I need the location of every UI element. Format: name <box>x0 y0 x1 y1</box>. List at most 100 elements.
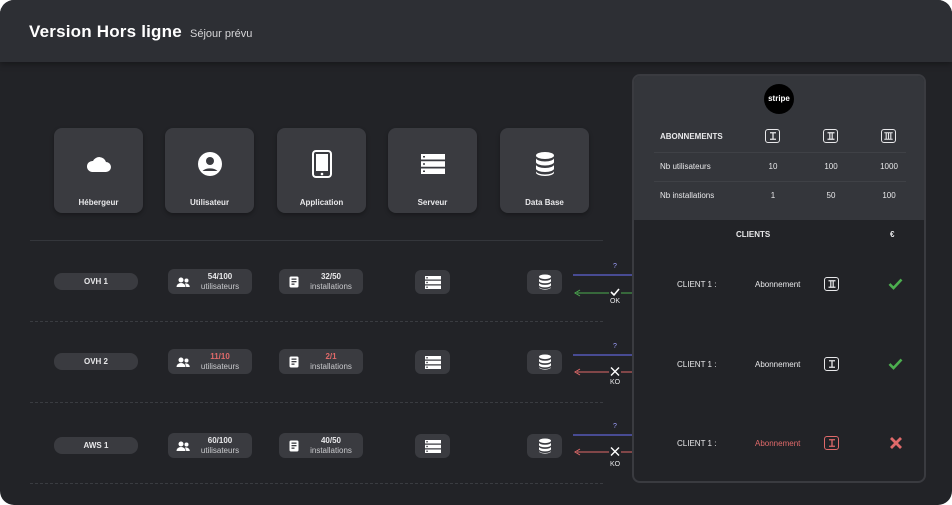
app-frame: Version Hors ligne Séjour prévu Hébergeu… <box>0 0 952 505</box>
subscriptions-table: stripe ABONNEMENTS Nb utilisateurs 10 10… <box>634 76 924 220</box>
tier-2-icon <box>823 129 838 143</box>
database-button[interactable] <box>527 270 562 294</box>
check-icon <box>888 278 903 290</box>
users-unit: utilisateurs <box>200 446 240 455</box>
server-icon <box>424 439 441 453</box>
users-unit: utilisateurs <box>200 362 240 371</box>
users-value: 11/10 <box>210 352 230 361</box>
server-button[interactable] <box>415 270 450 294</box>
tier-value: 1000 <box>880 162 898 171</box>
server-icon <box>424 355 441 369</box>
client-plan: Abonnement <box>755 280 801 289</box>
response-label: KO <box>609 461 621 468</box>
database-button[interactable] <box>527 350 562 374</box>
installs-value: 40/50 <box>320 436 342 445</box>
category-card-hebergeur[interactable]: Hébergeur <box>54 128 143 213</box>
app-file-icon <box>287 439 301 453</box>
users-icon <box>176 439 190 453</box>
row-label: Nb utilisateurs <box>660 162 711 171</box>
tier-value: 100 <box>882 191 896 200</box>
app-file-icon <box>287 355 301 369</box>
installs-unit: installations <box>310 446 352 455</box>
page-subtitle: Séjour prévu <box>190 28 253 40</box>
category-card-utilisateur[interactable]: Utilisateur <box>165 128 254 213</box>
cross-icon <box>890 437 902 449</box>
users-icon <box>176 275 190 289</box>
users-stat: 11/10 utilisateurs <box>168 349 252 374</box>
category-card-application[interactable]: Application <box>277 128 366 213</box>
request-label: ? <box>613 343 617 350</box>
server-icon <box>424 275 441 289</box>
category-label: Utilisateur <box>189 198 230 207</box>
client-name: CLIENT 1 : <box>677 439 717 448</box>
installs-stat: 40/50 installations <box>279 433 363 458</box>
tier-1-icon <box>824 436 839 450</box>
check-icon <box>609 287 621 297</box>
divider <box>654 152 906 153</box>
stripe-panel: stripe ABONNEMENTS Nb utilisateurs 10 10… <box>632 74 926 483</box>
client-plan: Abonnement <box>755 439 801 448</box>
tier-value: 1 <box>770 191 776 200</box>
database-icon <box>500 150 589 178</box>
category-label: Application <box>299 198 344 207</box>
database-icon <box>538 438 551 454</box>
cross-icon <box>609 366 621 377</box>
clients-header: CLIENTS <box>736 230 771 239</box>
tier-value: 100 <box>824 162 838 171</box>
users-stat: 60/100 utilisateurs <box>168 433 252 458</box>
request-label: ? <box>613 263 617 270</box>
page-title: Version Hors ligne <box>29 22 182 41</box>
database-icon <box>538 354 551 370</box>
response-label: KO <box>609 379 621 386</box>
database-icon <box>538 274 551 290</box>
row-label: Nb installations <box>660 191 715 200</box>
server-button[interactable] <box>415 350 450 374</box>
divider <box>30 240 603 241</box>
host-badge[interactable]: AWS 1 <box>54 437 138 454</box>
installs-value: 32/50 <box>320 272 342 281</box>
category-label: Hébergeur <box>78 198 119 207</box>
divider <box>30 321 603 322</box>
cross-icon <box>609 446 621 457</box>
category-label: Data Base <box>525 198 564 207</box>
users-value: 54/100 <box>207 272 233 281</box>
cloud-icon <box>54 150 143 178</box>
divider <box>654 181 906 182</box>
stripe-logo: stripe <box>764 84 794 114</box>
subscriptions-header: ABONNEMENTS <box>660 132 723 141</box>
users-unit: utilisateurs <box>200 282 240 291</box>
tier-2-icon <box>824 277 839 291</box>
currency-header: € <box>890 230 895 239</box>
tablet-icon <box>277 150 366 178</box>
installs-stat: 32/50 installations <box>279 269 363 294</box>
client-name: CLIENT 1 : <box>677 280 717 289</box>
users-stat: 54/100 utilisateurs <box>168 269 252 294</box>
user-circle-icon <box>165 150 254 178</box>
divider <box>30 483 603 484</box>
host-badge[interactable]: OVH 2 <box>54 353 138 370</box>
tier-value: 50 <box>826 191 836 200</box>
category-label: Serveur <box>417 198 448 207</box>
tier-3-icon <box>881 129 896 143</box>
app-file-icon <box>287 275 301 289</box>
divider <box>30 402 603 403</box>
installs-value: 2/1 <box>325 352 337 361</box>
users-icon <box>176 355 190 369</box>
users-value: 60/100 <box>207 436 233 445</box>
response-label: OK <box>609 298 621 305</box>
database-button[interactable] <box>527 434 562 458</box>
installs-unit: installations <box>310 282 352 291</box>
host-badge[interactable]: OVH 1 <box>54 273 138 290</box>
category-card-serveur[interactable]: Serveur <box>388 128 477 213</box>
request-label: ? <box>613 423 617 430</box>
tier-1-icon <box>824 357 839 371</box>
tier-value: 10 <box>768 162 778 171</box>
tier-1-icon <box>765 129 780 143</box>
installs-stat: 2/1 installations <box>279 349 363 374</box>
server-button[interactable] <box>415 434 450 458</box>
installs-unit: installations <box>310 362 352 371</box>
check-icon <box>888 358 903 370</box>
client-name: CLIENT 1 : <box>677 360 717 369</box>
category-card-database[interactable]: Data Base <box>500 128 589 213</box>
app-header: Version Hors ligne Séjour prévu <box>0 0 952 62</box>
